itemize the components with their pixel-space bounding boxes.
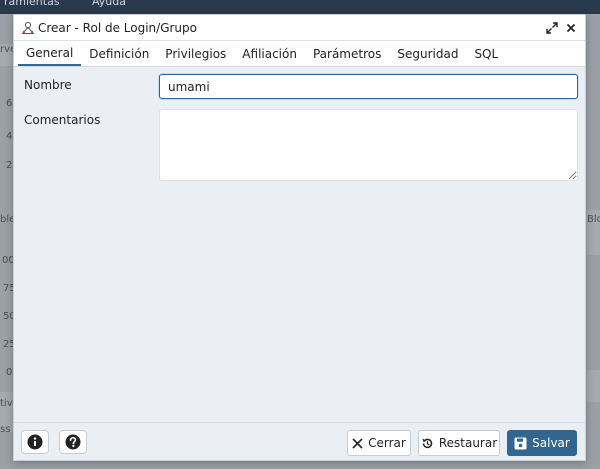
tab-sql[interactable]: SQL: [466, 41, 506, 66]
info-icon: [27, 434, 43, 450]
save-button[interactable]: Salvar: [507, 430, 577, 456]
bg-fragment: Blo: [587, 214, 600, 225]
tab-security[interactable]: Seguridad: [389, 41, 466, 66]
dialog-footer: Cerrar Restaurar Salvar: [14, 422, 585, 460]
bg-menu-tools: ramientas: [4, 0, 60, 8]
role-icon: [21, 21, 35, 35]
bg-fragment: 2: [6, 160, 13, 171]
bg-strip: [586, 370, 600, 402]
bg-fragment: 0: [6, 367, 13, 378]
bg-fragment: tiv: [0, 398, 13, 409]
close-button[interactable]: Cerrar: [347, 430, 411, 456]
general-tab-panel: Nombre Comentarios: [14, 68, 585, 423]
reset-icon: [422, 438, 433, 448]
help-icon: [65, 434, 81, 450]
close-button-label: Cerrar: [368, 436, 406, 450]
background-menubar: ramientas Ayuda: [0, 0, 600, 14]
bg-fragment: 4: [6, 131, 13, 142]
reset-button[interactable]: Restaurar: [418, 430, 500, 456]
save-button-label: Salvar: [532, 436, 570, 450]
maximize-icon[interactable]: [545, 21, 559, 35]
tab-privileges[interactable]: Privilegios: [157, 41, 234, 66]
x-icon: [352, 437, 363, 449]
comments-textarea[interactable]: [159, 109, 578, 181]
dialog-titlebar[interactable]: Crear - Rol de Login/Grupo: [14, 15, 585, 41]
close-icon[interactable]: [564, 21, 578, 35]
floppy-icon: [514, 437, 527, 449]
reset-button-label: Restaurar: [438, 436, 498, 450]
tab-parameters[interactable]: Parámetros: [305, 41, 389, 66]
bg-fragment: 6: [6, 98, 13, 109]
tab-definition[interactable]: Definición: [81, 41, 157, 66]
dialog-title: Crear - Rol de Login/Grupo: [38, 20, 197, 35]
dialog-tabs: General Definición Privilegios Afiliació…: [14, 41, 585, 67]
bg-menu-help: Ayuda: [92, 0, 126, 8]
comments-label: Comentarios: [24, 113, 101, 127]
bg-fragment: ss: [0, 424, 11, 435]
help-button[interactable]: [59, 430, 87, 454]
name-input[interactable]: [159, 74, 578, 99]
create-role-dialog: Crear - Rol de Login/Grupo General Defin…: [13, 14, 586, 461]
name-label: Nombre: [24, 78, 72, 92]
tab-general[interactable]: General: [18, 41, 82, 66]
info-button[interactable]: [21, 430, 49, 454]
tab-membership[interactable]: Afiliación: [234, 41, 305, 66]
